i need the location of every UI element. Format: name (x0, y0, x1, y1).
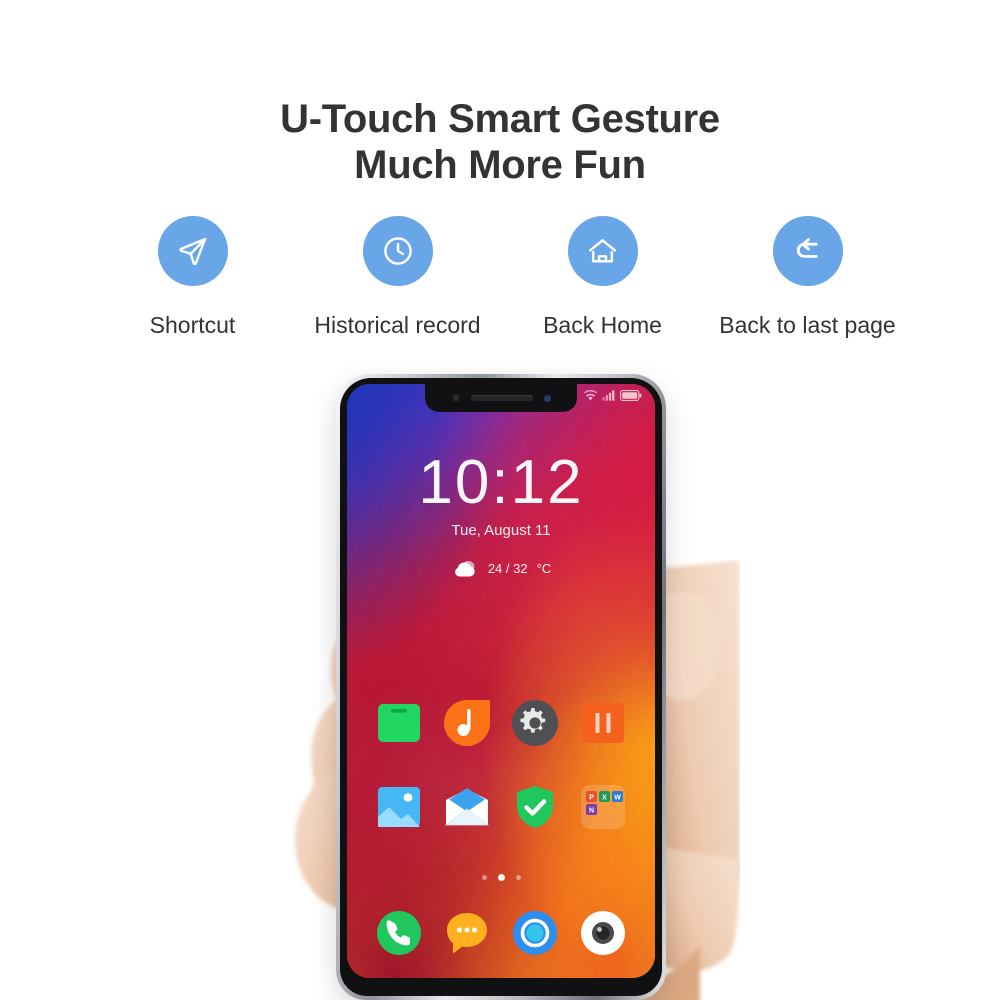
weather-widget[interactable]: 24 / 32 °C (347, 559, 655, 578)
app-icon-gallery[interactable] (376, 784, 422, 830)
phone-handset-icon[interactable] (376, 910, 422, 956)
page-title: U-Touch Smart Gesture Much More Fun (0, 96, 1000, 188)
earpiece-speaker (470, 395, 533, 401)
lockscreen-clock-widget: 10:12 Tue, August 11 24 / 32 °C (347, 450, 655, 578)
page-dot-active[interactable] (497, 874, 505, 881)
app-icon-calendar[interactable] (580, 700, 626, 746)
feature-item-historical-record[interactable]: Historical record (295, 216, 500, 339)
cloud-icon (451, 559, 479, 578)
app-dock (365, 910, 637, 956)
phone-screen[interactable]: 10:12 Tue, August 11 24 / 32 °C P X W N (347, 384, 655, 978)
front-camera-icon (451, 394, 460, 402)
shield-check-icon[interactable] (512, 784, 558, 830)
camera-icon[interactable] (580, 910, 626, 956)
display-notch (425, 384, 577, 412)
feature-item-back-to-last-page[interactable]: Back to last page (705, 216, 910, 339)
browser-circle-icon[interactable] (512, 910, 558, 956)
headline-line-2: Much More Fun (354, 143, 646, 187)
wifi-icon (584, 390, 597, 401)
message-bubble-icon[interactable] (444, 910, 490, 956)
home-page-indicator (347, 874, 655, 881)
weather-temperature: 24 / 32 (487, 561, 528, 576)
promo-page: U-Touch Smart Gesture Much More Fun Shor… (0, 0, 1000, 1000)
smartphone-device: 10:12 Tue, August 11 24 / 32 °C P X W N (336, 374, 666, 1000)
send-arrow-icon (157, 216, 228, 286)
headline-line-1: U-Touch Smart Gesture (280, 97, 720, 141)
proximity-sensor (543, 394, 551, 402)
battery-icon (620, 390, 642, 401)
page-dot[interactable] (515, 875, 521, 880)
app-folder-icon[interactable]: P X W N (580, 784, 626, 830)
feature-list: Shortcut Historical record Back Home Bac… (90, 216, 910, 339)
feature-label: Historical record (314, 312, 481, 338)
app-icon-music[interactable] (444, 700, 490, 746)
feature-item-shortcut[interactable]: Shortcut (90, 216, 295, 339)
svg-text:P: P (589, 794, 594, 801)
signal-icon (602, 390, 615, 401)
status-bar (584, 390, 642, 401)
envelope-icon[interactable] (444, 784, 490, 830)
feature-label: Shortcut (149, 312, 236, 338)
feature-label: Back Home (543, 312, 662, 338)
weather-unit: °C (536, 561, 552, 576)
feature-label: Back to last page (719, 312, 896, 338)
svg-text:W: W (614, 794, 621, 801)
gear-icon[interactable] (512, 700, 558, 746)
svg-text:X: X (602, 794, 607, 801)
app-grid: P X W N (365, 700, 637, 830)
clock-icon (362, 216, 433, 286)
back-arrow-icon (772, 216, 843, 286)
svg-text:N: N (589, 807, 594, 814)
app-icon-shop[interactable] (376, 700, 422, 746)
feature-item-back-home[interactable]: Back Home (500, 216, 705, 339)
clock-time: 10:12 (418, 448, 584, 517)
home-icon (567, 216, 638, 286)
page-dot[interactable] (481, 875, 487, 880)
clock-date: Tue, August 11 (451, 522, 551, 539)
